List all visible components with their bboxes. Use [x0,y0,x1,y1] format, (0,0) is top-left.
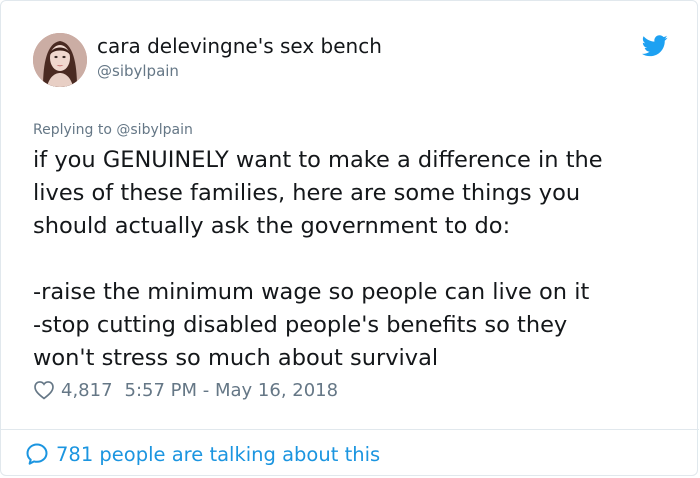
tweet-text-line: -stop cutting disabled people's benefits… [33,312,568,338]
conversation-count-text[interactable]: 781 people are talking about this [56,443,380,466]
user-handle[interactable]: @sibylpain [97,62,179,80]
tweet-timestamp[interactable]: 5:57 PM - May 16, 2018 [125,380,339,401]
twitter-bird-icon[interactable] [642,35,668,57]
speech-bubble-icon [26,443,48,465]
tweet-text: if you GENUINELY want to make a differen… [33,144,673,375]
tweet-text-line: lives of these families, here are some t… [33,180,581,206]
divider [1,429,699,430]
avatar[interactable] [33,33,87,87]
display-name[interactable]: cara delevingne's sex bench [97,34,382,58]
tweet-text-line: should actually ask the government to do… [33,213,511,239]
conversation-link[interactable]: 781 people are talking about this [25,440,380,468]
tweet-text-line: -raise the minimum wage so people can li… [33,279,590,305]
replying-to: Replying to @sibylpain [33,122,193,138]
tweet-text-line: won't stress so much about survival [33,345,439,371]
tweet-meta: 4,817 5:57 PM - May 16, 2018 [33,377,338,403]
replying-to-label: Replying to [33,122,117,138]
heart-outline-icon[interactable] [33,379,55,401]
tweet-card: cara delevingne's sex bench @sibylpain R… [0,0,699,476]
tweet-text-line: if you GENUINELY want to make a differen… [33,147,603,173]
tweet-text-blank-line [33,243,673,276]
replying-to-handle-link[interactable]: @sibylpain [116,122,192,138]
like-count[interactable]: 4,817 [61,380,113,401]
avatar-image [33,33,87,87]
